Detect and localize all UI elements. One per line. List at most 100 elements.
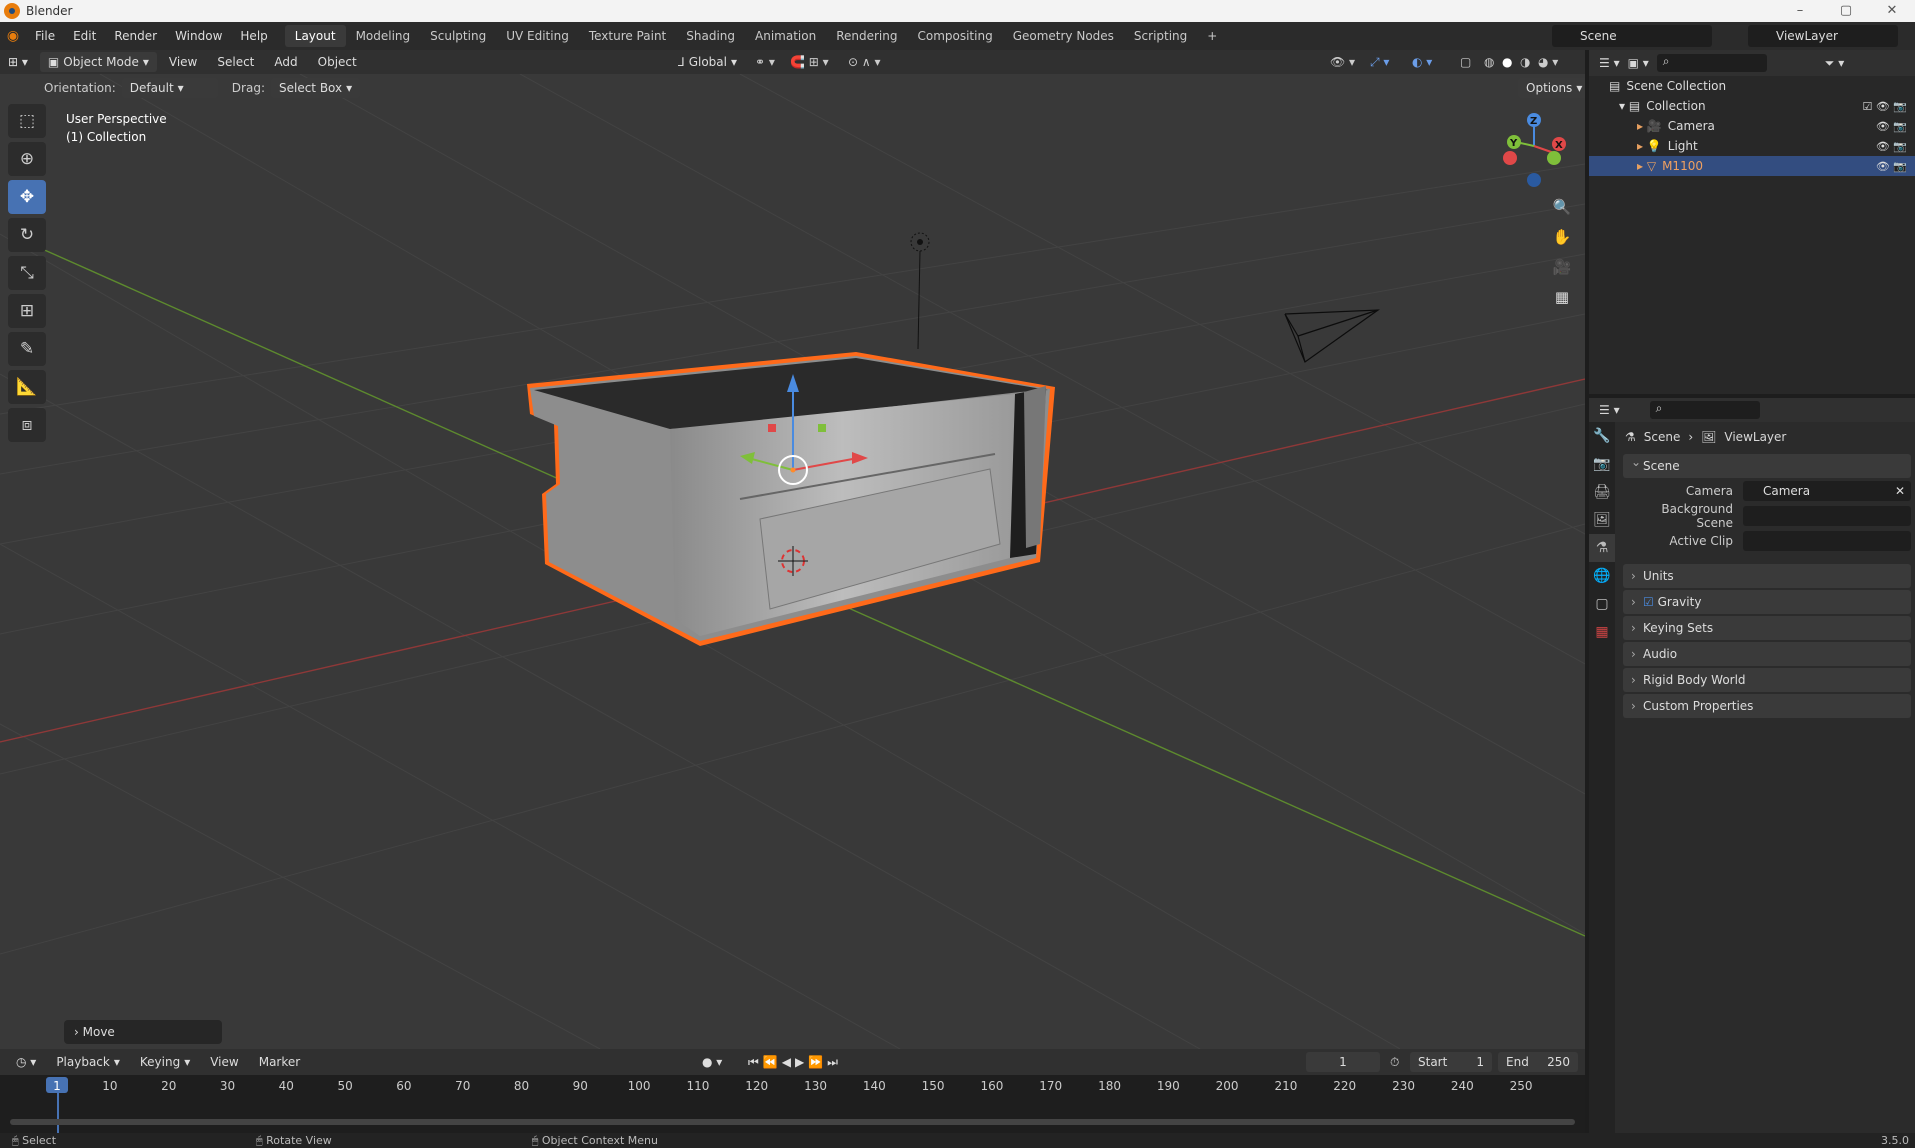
- custom-properties-panel[interactable]: Custom Properties: [1623, 694, 1911, 718]
- add-menu[interactable]: Add: [266, 52, 305, 72]
- keying-menu[interactable]: Keying ▾: [132, 1052, 198, 1072]
- 3d-viewport[interactable]: Z X Y Orientation: Default ▾ Drag: Selec…: [0, 74, 1585, 1049]
- annotate-tool-icon[interactable]: ✎: [8, 332, 46, 366]
- add-workspace-button[interactable]: +: [1197, 25, 1227, 47]
- keying-sets-panel[interactable]: Keying Sets: [1623, 616, 1911, 640]
- menu-help[interactable]: Help: [231, 29, 276, 43]
- tab-sculpting[interactable]: Sculpting: [420, 25, 496, 47]
- maximize-button[interactable]: ▢: [1823, 0, 1869, 22]
- outliner-type-icon[interactable]: ☰ ▾: [1599, 56, 1620, 70]
- editor-type-icon[interactable]: ⊞ ▾: [0, 52, 36, 72]
- camera-visibility-icon[interactable]: 👁 📷: [1876, 120, 1907, 133]
- minimize-button[interactable]: –: [1777, 0, 1823, 22]
- m1100-printer-mesh[interactable]: [527, 352, 1055, 646]
- scene-collection-row[interactable]: ▤ Scene Collection: [1589, 76, 1915, 96]
- tab-modeling[interactable]: Modeling: [346, 25, 421, 47]
- object-menu[interactable]: Object: [310, 52, 365, 72]
- camera-view-icon[interactable]: 🎥: [1549, 254, 1575, 280]
- view-layer-selector[interactable]: ViewLayer: [1748, 25, 1898, 47]
- transform-orientation[interactable]: ⅃ Global ▾: [670, 52, 745, 72]
- menu-render[interactable]: Render: [105, 29, 166, 43]
- properties-type-icon[interactable]: ☰ ▾: [1599, 403, 1620, 417]
- ortho-grid-icon[interactable]: ▦: [1549, 284, 1575, 310]
- menu-window[interactable]: Window: [166, 29, 231, 43]
- render-tab-icon[interactable]: 📷: [1589, 450, 1615, 478]
- gravity-panel[interactable]: ☑ Gravity: [1623, 590, 1911, 614]
- tab-animation[interactable]: Animation: [745, 25, 826, 47]
- timeline-scrollbar[interactable]: [10, 1119, 1575, 1125]
- rendered-shading-icon[interactable]: ◕ ▾: [1538, 55, 1558, 69]
- view-menu[interactable]: View: [161, 52, 205, 72]
- collection-row[interactable]: ▾ ▤ Collection ☑ 👁 📷: [1589, 96, 1915, 116]
- pivot-icon[interactable]: ⚭ ▾: [755, 55, 775, 69]
- clear-icon[interactable]: ✕: [1895, 481, 1905, 501]
- collection-visibility-icon[interactable]: ☑ 👁 📷: [1862, 100, 1907, 113]
- select-box-tool-icon[interactable]: ⬚: [8, 104, 46, 138]
- marker-menu[interactable]: Marker: [251, 1052, 308, 1072]
- camera-select[interactable]: Camera ✕: [1743, 481, 1911, 501]
- measure-tool-icon[interactable]: 📐: [8, 370, 46, 404]
- rigid-body-world-panel[interactable]: Rigid Body World: [1623, 668, 1911, 692]
- tab-uv-editing[interactable]: UV Editing: [496, 25, 579, 47]
- cursor-tool-icon[interactable]: ⊕: [8, 142, 46, 176]
- timeline-type-icon[interactable]: ◷ ▾: [8, 1052, 44, 1072]
- last-operator-panel[interactable]: › Move: [64, 1020, 222, 1044]
- light-object[interactable]: [910, 232, 930, 350]
- add-cube-tool-icon[interactable]: ⧈: [8, 408, 46, 442]
- texture-tab-icon[interactable]: ▦: [1589, 618, 1615, 646]
- playback-menu[interactable]: Playback ▾: [48, 1052, 128, 1072]
- outliner-item-light[interactable]: ▸ 💡 Light 👁 📷: [1589, 136, 1915, 156]
- outliner-item-camera[interactable]: ▸ 🎥 Camera 👁 📷: [1589, 116, 1915, 136]
- record-icon[interactable]: ● ▾: [702, 1055, 722, 1069]
- output-tab-icon[interactable]: 🖨: [1589, 478, 1615, 506]
- background-scene-select[interactable]: [1743, 506, 1911, 526]
- world-tab-icon[interactable]: 🌐: [1589, 562, 1615, 590]
- gizmo-toggle-icon[interactable]: ⤢ ▾: [1370, 55, 1389, 70]
- m1100-visibility-icon[interactable]: 👁 📷: [1876, 160, 1907, 173]
- visibility-icon[interactable]: 👁 ▾: [1330, 55, 1355, 69]
- tab-layout[interactable]: Layout: [284, 25, 346, 47]
- collection-tab-icon[interactable]: ▢: [1589, 590, 1615, 618]
- overlay-toggle-icon[interactable]: ◐ ▾: [1412, 55, 1432, 69]
- pan-hand-icon[interactable]: ✋: [1549, 224, 1575, 250]
- tool-tab-icon[interactable]: 🔧: [1589, 422, 1615, 450]
- playback-controls-icon[interactable]: ⏮⏪◀▶⏩⏭: [748, 1055, 842, 1070]
- camera-object[interactable]: [1284, 309, 1380, 363]
- active-clip-select[interactable]: [1743, 531, 1911, 551]
- solid-shading-icon[interactable]: ●: [1502, 55, 1512, 69]
- scene-selector[interactable]: Scene: [1552, 25, 1712, 47]
- mode-selector[interactable]: ▣ Object Mode ▾: [39, 52, 157, 72]
- filter-icon[interactable]: ⏷ ▾: [1825, 56, 1844, 71]
- tab-scripting[interactable]: Scripting: [1124, 25, 1197, 47]
- tab-shading[interactable]: Shading: [676, 25, 745, 47]
- clock-icon[interactable]: ⏱: [1390, 1055, 1399, 1070]
- wireframe-shading-icon[interactable]: ◍: [1484, 55, 1494, 69]
- light-visibility-icon[interactable]: 👁 📷: [1876, 140, 1907, 153]
- scene-panel[interactable]: Scene: [1623, 450, 1911, 478]
- xray-icon[interactable]: ▢: [1460, 55, 1471, 69]
- current-frame-field[interactable]: 1: [1306, 1052, 1380, 1072]
- drag-select[interactable]: Select Box ▾: [270, 78, 361, 98]
- select-menu[interactable]: Select: [209, 52, 262, 72]
- menu-file[interactable]: File: [26, 29, 64, 43]
- zoom-icon[interactable]: 🔍: [1549, 194, 1575, 220]
- start-frame-field[interactable]: Start 1: [1410, 1052, 1492, 1072]
- tab-geometry-nodes[interactable]: Geometry Nodes: [1003, 25, 1124, 47]
- audio-panel[interactable]: Audio: [1623, 642, 1911, 666]
- move-tool-icon[interactable]: ✥: [8, 180, 46, 214]
- scene-tab-icon[interactable]: ⚗: [1589, 534, 1615, 562]
- blender-menu-icon[interactable]: ◉: [0, 28, 26, 44]
- display-mode-icon[interactable]: ▣ ▾: [1628, 56, 1649, 70]
- options-button[interactable]: Options ▾: [1518, 78, 1585, 98]
- properties-search[interactable]: ⌕: [1649, 401, 1760, 419]
- timeline-view-menu[interactable]: View: [202, 1052, 246, 1072]
- close-button[interactable]: ✕: [1869, 0, 1915, 22]
- view-layer-tab-icon[interactable]: 🖼: [1589, 506, 1615, 534]
- units-panel[interactable]: Units: [1623, 564, 1911, 588]
- tab-texture-paint[interactable]: Texture Paint: [579, 25, 676, 47]
- outliner-item-m1100[interactable]: ▸ ▽ M1100 👁 📷: [1589, 156, 1915, 176]
- end-frame-field[interactable]: End 250: [1498, 1052, 1578, 1072]
- menu-edit[interactable]: Edit: [64, 29, 105, 43]
- snap-icon[interactable]: 🧲 ⊞ ▾: [790, 55, 829, 69]
- proportional-edit-icon[interactable]: ⊙ ∧ ▾: [848, 55, 881, 69]
